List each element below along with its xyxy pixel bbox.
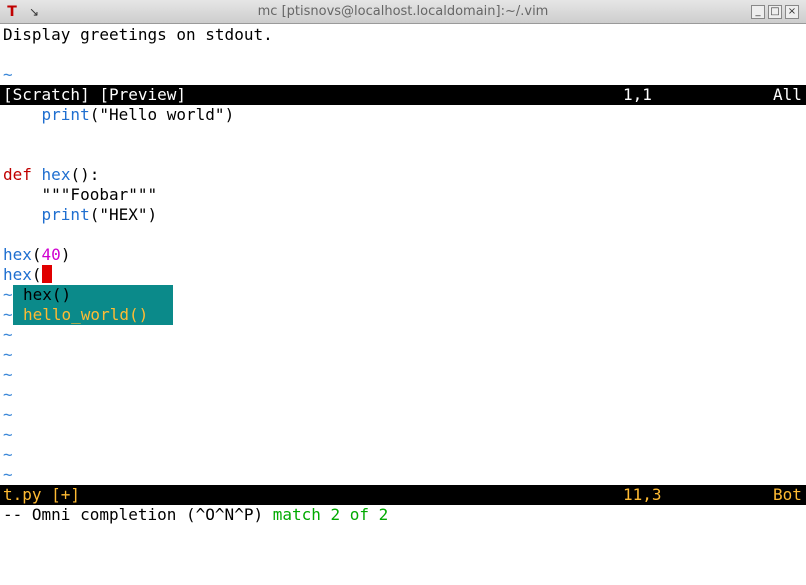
code-line-print-hex[interactable]: print("HEX"): [3, 205, 158, 225]
preview-tilde: ~: [3, 65, 13, 84]
def-keyword: def: [3, 165, 32, 184]
preview-buffer-name: [Scratch] [Preview]: [3, 85, 187, 104]
code-line-print-hello[interactable]: print("Hello world"): [3, 105, 235, 125]
preview-scroll-indicator: All: [773, 85, 802, 104]
maximize-button[interactable]: □: [768, 5, 782, 19]
function-name: hex: [41, 165, 71, 184]
code-line-call-hex-40[interactable]: hex(40): [3, 245, 70, 265]
match-message: match 2 of 2: [272, 505, 389, 524]
empty-line-tilde: ~: [3, 345, 13, 364]
empty-line-tilde: ~: [3, 405, 13, 424]
number-literal: 40: [41, 245, 61, 264]
empty-line-tilde: ~: [3, 285, 13, 304]
text-cursor: [41, 265, 52, 283]
print-args: ("Hello world"): [89, 105, 235, 124]
cursor-position: 11,3: [623, 485, 662, 504]
minimize-button[interactable]: _: [751, 5, 765, 19]
code-line-current[interactable]: hex(: [3, 265, 52, 285]
status-line: t.py [+] 11,3 Bot: [0, 485, 806, 505]
empty-line-tilde: ~: [3, 325, 13, 344]
empty-line-tilde: ~: [3, 465, 13, 484]
print-args: ("HEX"): [89, 205, 158, 224]
print-function: print: [41, 105, 90, 124]
empty-line-tilde: ~: [3, 385, 13, 404]
completion-item-selected[interactable]: hex(): [23, 285, 71, 305]
print-function: print: [41, 205, 90, 224]
empty-line-tilde: ~: [3, 305, 13, 324]
window-title: mc [ptisnovs@localhost.localdomain]:~/.v…: [257, 4, 549, 19]
completion-item[interactable]: hello_world(): [23, 305, 148, 325]
code-line-docstring[interactable]: """Foobar""": [3, 185, 158, 205]
docstring: """Foobar""": [41, 185, 158, 204]
file-name: t.py [+]: [3, 485, 81, 504]
completion-popup: hex() hello_world(): [13, 285, 173, 325]
command-line: -- Omni completion (^O^N^P) match 2 of 2: [3, 505, 388, 525]
window-titlebar: T ↘ mc [ptisnovs@localhost.localdomain]:…: [0, 0, 806, 24]
empty-line-tilde: ~: [3, 365, 13, 384]
mode-message: -- Omni completion (^O^N^P): [3, 505, 273, 524]
preview-cursor-position: 1,1: [623, 85, 652, 104]
scroll-indicator: Bot: [773, 485, 802, 504]
terminal-area[interactable]: Display greetings on stdout. ~ [Scratch]…: [0, 25, 806, 531]
preview-text: Display greetings on stdout.: [3, 25, 273, 44]
preview-status-line: [Scratch] [Preview] 1,1 All: [0, 85, 806, 105]
close-button[interactable]: ×: [785, 5, 799, 19]
code-line-def-hex[interactable]: def hex():: [3, 165, 99, 185]
empty-line-tilde: ~: [3, 425, 13, 444]
empty-line-tilde: ~: [3, 445, 13, 464]
